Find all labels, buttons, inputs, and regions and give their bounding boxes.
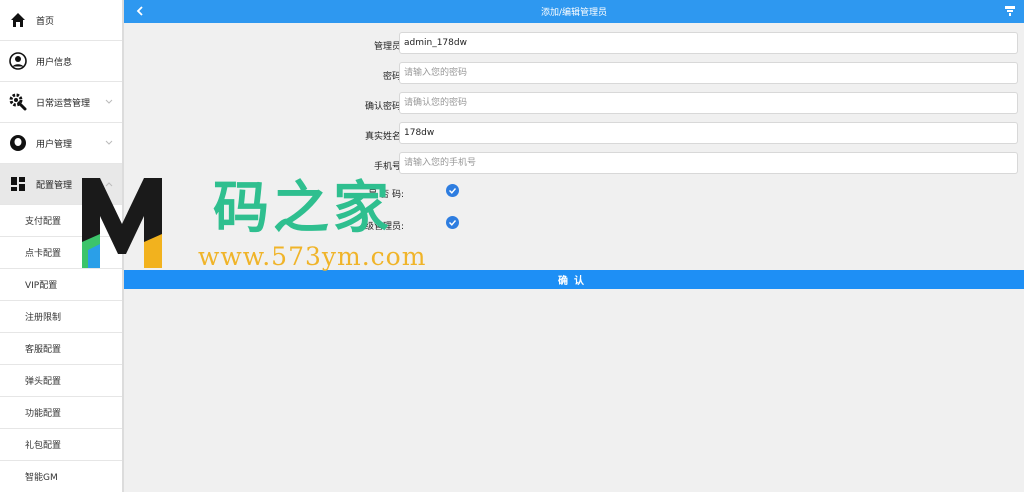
sidebar-subitem-payment[interactable]: 支付配置 [0,205,122,237]
user-icon [8,133,28,153]
chevron-down-icon [104,97,114,107]
check1-checkbox[interactable] [446,184,459,197]
sidebar-item-label: 首页 [36,16,55,27]
form-row-phone: 手机号: [124,151,1024,181]
sidebar-subitem-vip[interactable]: VIP配置 [0,269,122,301]
check2-checkbox[interactable] [446,216,459,229]
user-circle-icon [8,51,28,71]
header-bar: 添加/编辑管理员 [124,0,1024,23]
back-button[interactable] [132,3,148,19]
form-row-check1: 是 否 码: [124,182,1024,204]
sidebar-subitem-gift[interactable]: 礼包配置 [0,429,122,461]
check-icon [449,188,457,194]
chevron-left-icon [136,6,143,16]
sidebar-subitem-warhead[interactable]: 弹头配置 [0,365,122,397]
grid-icon [8,174,28,194]
check2-label: 级管理员: [364,222,404,232]
form-row-password: 密码: [124,61,1024,91]
check1-label: 是 否 码: [368,190,404,200]
confirm-button[interactable]: 确认 [124,270,1024,289]
sidebar-subitem-feature[interactable]: 功能配置 [0,397,122,429]
sidebar-subitem-register-limit[interactable]: 注册限制 [0,301,122,333]
sidebar-item-label: 用户管理 [36,139,73,150]
form-row-confirm-password: 确认密码: [124,91,1024,121]
form-row-admin: 管理员: [124,31,1024,61]
sidebar-subitem-smart-gm[interactable]: 智能GM [0,461,122,492]
chevron-up-icon [104,179,114,189]
confirm-password-input[interactable] [399,92,1018,114]
sidebar-item-home[interactable]: 首页 [0,0,122,41]
filter-icon [1005,6,1015,16]
check-icon [449,220,457,226]
phone-input[interactable] [399,152,1018,174]
header-menu-button[interactable] [1002,3,1018,19]
admin-input[interactable] [399,32,1018,54]
page-title: 添加/编辑管理员 [540,8,608,18]
sidebar-item-operations[interactable]: 日常运营管理 [0,82,122,123]
sidebar-item-config-management[interactable]: 配置管理 [0,164,122,205]
gear-icon [8,92,28,112]
sidebar-item-label: 日常运营管理 [36,98,91,109]
sidebar: 首页 用户信息 日常运营管理 用户管理 配置管理 支付配置 点卡配置 VIP配置… [0,0,124,492]
home-icon [8,10,28,30]
form-row-realname: 真实姓名: [124,121,1024,151]
sidebar-item-user-info[interactable]: 用户信息 [0,41,122,82]
sidebar-item-user-management[interactable]: 用户管理 [0,123,122,164]
password-input[interactable] [399,62,1018,84]
watermark-url-text: www.573ym.com [198,242,427,271]
form-row-check2: 级管理员: [124,214,1024,236]
sidebar-subitem-card[interactable]: 点卡配置 [0,237,122,269]
realname-input[interactable] [399,122,1018,144]
sidebar-subitem-service[interactable]: 客服配置 [0,333,122,365]
sidebar-item-label: 用户信息 [36,57,73,68]
sidebar-item-label: 配置管理 [36,180,73,191]
chevron-down-icon [104,138,114,148]
